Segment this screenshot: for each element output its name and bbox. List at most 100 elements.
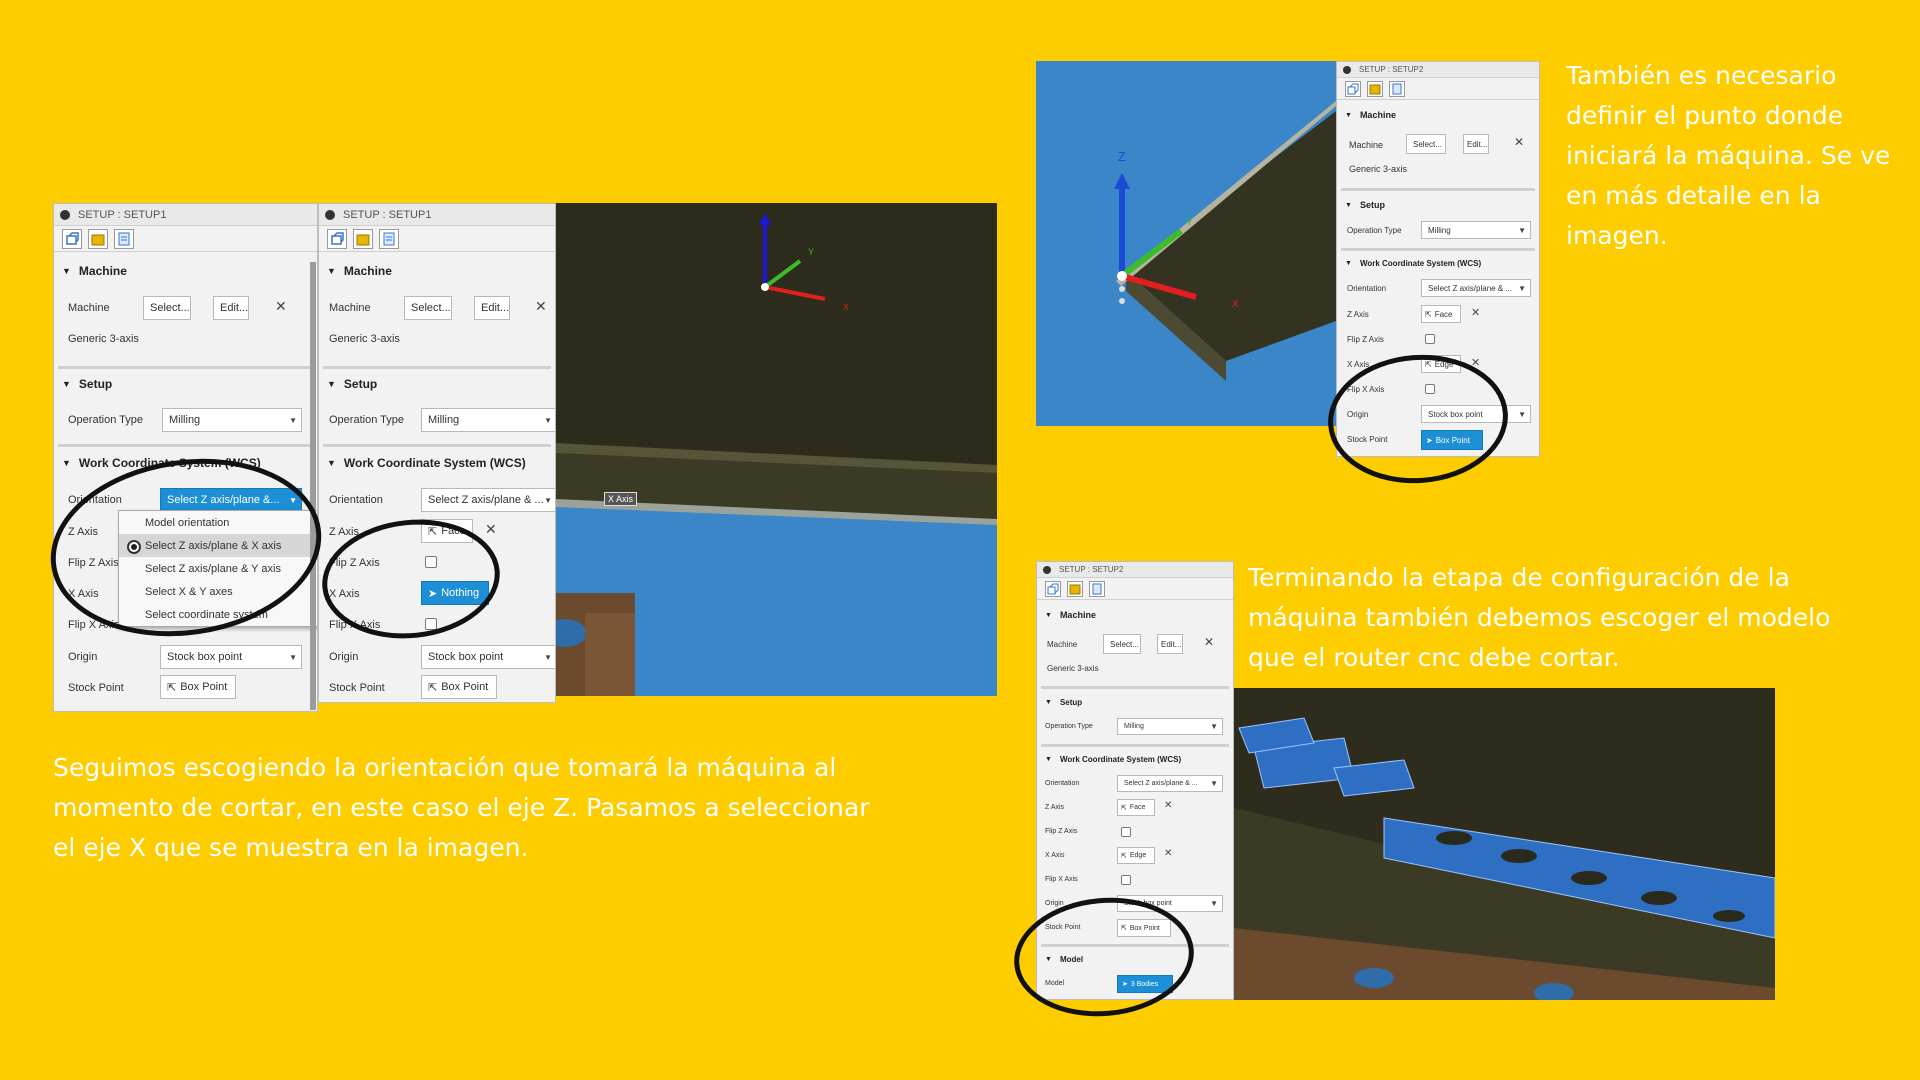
orientation-label: Orientation — [1347, 284, 1387, 293]
operation-type-select[interactable]: Milling ▼ — [1117, 718, 1223, 735]
flip-z-label: Flip Z Axis — [1347, 335, 1384, 344]
x-axis-tag: X Axis — [604, 492, 638, 506]
panel-tabs — [1037, 578, 1233, 600]
stock-icon[interactable] — [353, 228, 373, 249]
machine-name: Generic 3-axis — [68, 333, 139, 345]
machine-section[interactable]: ▼ Machine — [1037, 610, 1096, 620]
stock-point-label: Stock Point — [329, 682, 385, 694]
machine-section[interactable]: ▼ Machine — [319, 264, 392, 278]
cad-viewport-1[interactable]: Y X X Axis — [555, 203, 997, 696]
z-axis-button[interactable]: ⇱ Face — [1117, 799, 1155, 816]
panel-title: SETUP : SETUP1 — [343, 208, 432, 221]
close-icon[interactable]: ✕ — [275, 298, 287, 315]
close-icon[interactable]: ✕ — [535, 298, 547, 315]
setup-icon[interactable] — [62, 228, 82, 249]
cad-viewport-2[interactable]: Z Y X — [1036, 61, 1336, 426]
machine-select-button[interactable]: Select... — [143, 296, 191, 320]
post-process-icon[interactable] — [1389, 80, 1405, 97]
orientation-select[interactable]: Select Z axis/plane & ... ▼ — [1117, 775, 1223, 792]
orientation-select[interactable]: Select Z axis/plane & ... ▼ — [421, 488, 555, 512]
setup-icon[interactable] — [1345, 80, 1361, 97]
panel-close-icon[interactable] — [60, 209, 70, 220]
z-axis-label: Z Axis — [1347, 310, 1369, 319]
caption-bottom-right: Terminando la etapa de configuración de … — [1248, 563, 1831, 672]
pointer-icon: ⇱ — [1121, 804, 1127, 812]
panel-close-icon[interactable] — [1043, 565, 1051, 574]
flip-z-checkbox[interactable] — [1121, 827, 1131, 837]
close-icon[interactable]: ✕ — [1164, 800, 1172, 811]
flip-x-checkbox[interactable] — [1121, 875, 1131, 885]
orientation-select[interactable]: Select Z axis/plane & ... ▼ — [1421, 279, 1531, 297]
post-process-icon[interactable] — [379, 228, 399, 249]
flip-z-checkbox[interactable] — [1425, 334, 1435, 344]
x-axis-button[interactable]: ⇱ Edge — [1117, 847, 1155, 864]
divider — [1341, 248, 1535, 251]
machine-edit-button[interactable]: Edit... — [213, 296, 249, 320]
origin-select[interactable]: Stock box point ▼ — [421, 645, 555, 669]
panel-close-icon[interactable] — [325, 209, 335, 220]
panel-1-scrollbar[interactable] — [310, 262, 316, 710]
operation-type-label: Operation Type — [1347, 226, 1402, 235]
panel-title: SETUP : SETUP1 — [78, 208, 167, 221]
pointer-icon: ⇱ — [428, 681, 438, 694]
stock-point-button[interactable]: ⇱ Box Point — [160, 675, 236, 699]
x-axis-label: X Axis — [1045, 852, 1065, 859]
close-icon[interactable]: ✕ — [1514, 135, 1524, 149]
setup-icon[interactable] — [1045, 580, 1061, 597]
stock-icon[interactable] — [88, 228, 108, 249]
machine-section[interactable]: ▼ Machine — [1337, 110, 1396, 120]
machine-edit-button[interactable]: Edit... — [1463, 134, 1489, 154]
machine-edit-button[interactable]: Edit... — [474, 296, 510, 320]
pointer-icon: ⇱ — [1425, 309, 1432, 319]
stock-point-button[interactable]: ⇱ Box Point — [421, 675, 497, 699]
machine-name: Generic 3-axis — [1349, 164, 1408, 174]
machine-label: Machine — [1349, 140, 1384, 150]
stock-icon[interactable] — [1367, 80, 1383, 97]
chevron-down-icon: ▼ — [289, 415, 297, 425]
stock-icon[interactable] — [1067, 580, 1083, 597]
setup-section[interactable]: ▼ Setup — [1337, 200, 1385, 210]
viewport-1-scene: Y X — [555, 203, 997, 696]
operation-type-select[interactable]: Milling ▼ — [421, 408, 555, 432]
z-axis-button[interactable]: ⇱ Face — [1421, 305, 1461, 323]
divider — [323, 444, 551, 447]
orientation-label: Orientation — [1045, 780, 1080, 787]
setup-icon[interactable] — [327, 228, 347, 249]
panel-tabs — [54, 226, 317, 252]
setup-section[interactable]: ▼ Setup — [1037, 698, 1082, 707]
machine-section[interactable]: ▼ Machine — [54, 264, 127, 278]
axis-x-label: X — [1232, 299, 1239, 310]
axis-z-label: Z — [1118, 149, 1126, 164]
divider — [1041, 744, 1229, 747]
wcs-section[interactable]: ▼ Work Coordinate System (WCS) — [1337, 259, 1481, 268]
panel-header: SETUP : SETUP1 — [319, 204, 555, 226]
post-process-icon[interactable] — [1089, 580, 1105, 597]
machine-select-button[interactable]: Select... — [404, 296, 452, 320]
stock-point-label: Stock Point — [68, 682, 124, 694]
machine-edit-button[interactable]: Edit... — [1157, 634, 1183, 654]
machine-select-button[interactable]: Select... — [1103, 634, 1141, 654]
cad-viewport-3[interactable] — [1234, 688, 1775, 1000]
machine-select-button[interactable]: Select... — [1406, 134, 1446, 154]
close-icon[interactable]: ✕ — [1164, 848, 1172, 859]
setup-section[interactable]: ▼ Setup — [319, 377, 377, 391]
operation-type-select[interactable]: Milling ▼ — [162, 408, 302, 432]
origin-select[interactable]: Stock box point ▼ — [160, 645, 302, 669]
machine-label: Machine — [329, 302, 371, 314]
operation-type-select[interactable]: Milling ▼ — [1421, 221, 1531, 239]
wcs-section[interactable]: ▼ Work Coordinate System (WCS) — [319, 456, 526, 470]
machine-label: Machine — [1047, 640, 1078, 649]
operation-type-label: Operation Type — [1045, 723, 1093, 730]
setup-section[interactable]: ▼ Setup — [54, 377, 112, 391]
divider — [323, 366, 551, 369]
pointer-icon: ⇱ — [1121, 852, 1127, 860]
close-icon[interactable]: ✕ — [1204, 635, 1214, 649]
wcs-section[interactable]: ▼ Work Coordinate System (WCS) — [1037, 755, 1181, 764]
divider — [1041, 686, 1229, 689]
close-icon[interactable]: ✕ — [1471, 306, 1480, 319]
close-icon[interactable]: ✕ — [485, 521, 497, 538]
orientation-label: Orientation — [329, 494, 383, 506]
panel-close-icon[interactable] — [1343, 65, 1351, 74]
post-process-icon[interactable] — [114, 228, 134, 249]
operation-type-label: Operation Type — [68, 414, 144, 426]
